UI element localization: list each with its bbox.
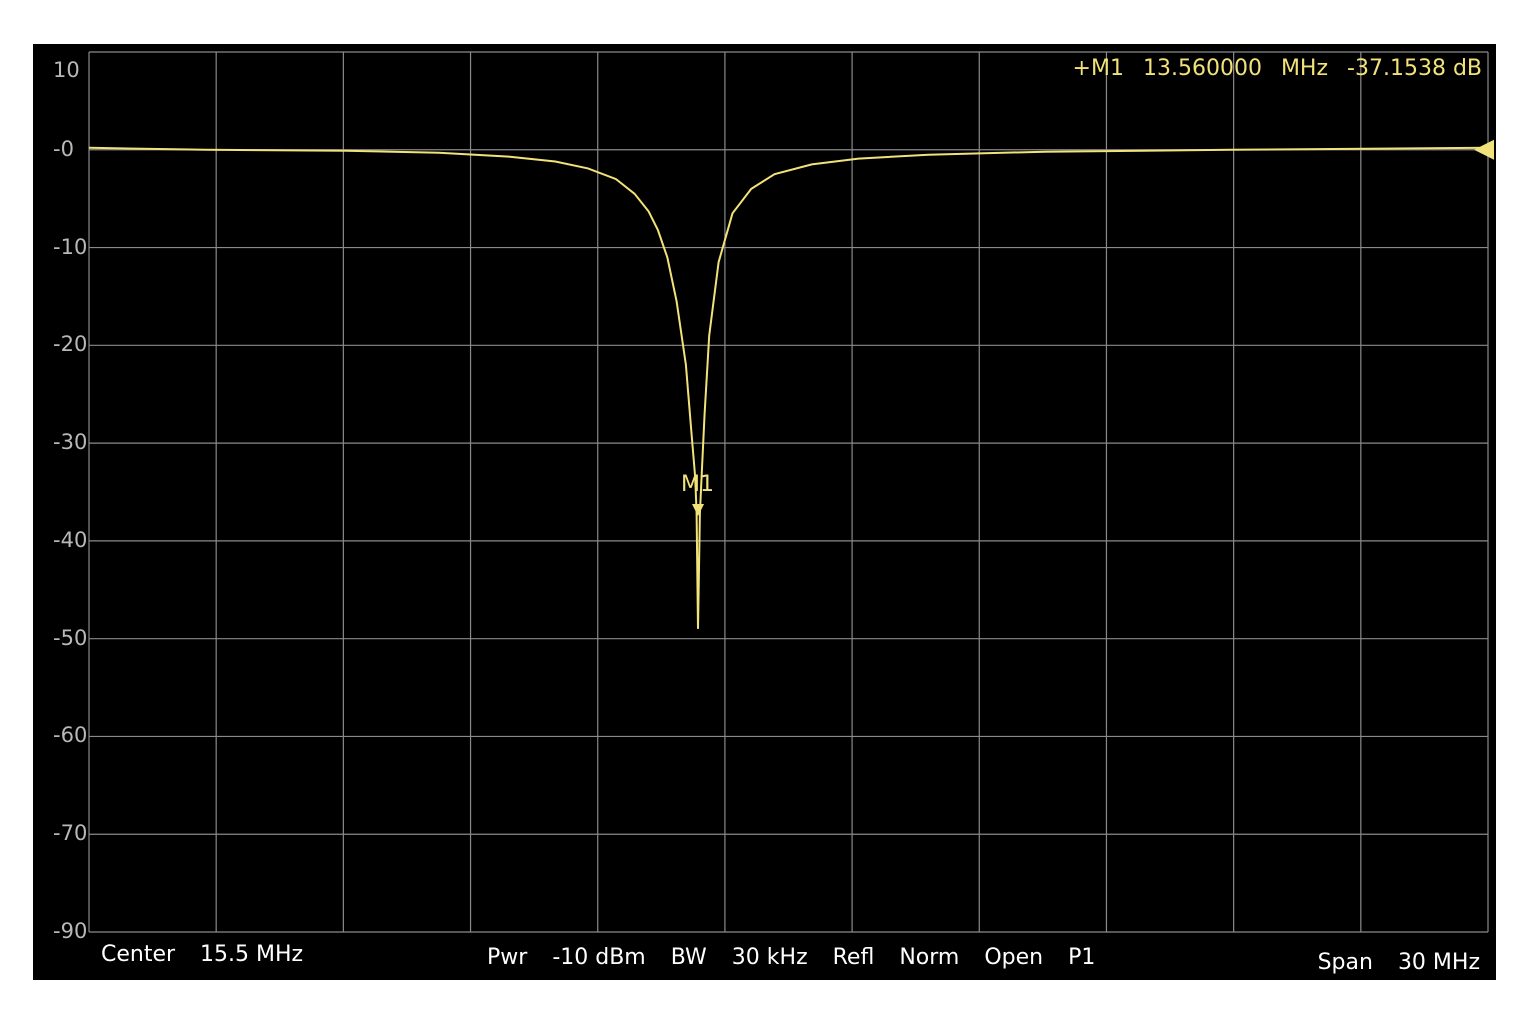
y-tick-label: -20: [53, 332, 88, 357]
measurement-settings: Pwr -10 dBm BW 30 kHz Refl Norm Open P1: [487, 947, 1113, 969]
grid: [88, 51, 1489, 933]
reference-level-arrow: [1474, 139, 1494, 160]
port-label: P1: [1068, 945, 1096, 970]
marker-readout-frequency: 13.560000: [1142, 56, 1262, 81]
marker-triangle[interactable]: [692, 504, 705, 517]
span-setting: Span 30 MHz: [1318, 952, 1480, 974]
y-tick-label: -30: [53, 430, 88, 455]
marker-label: M1: [681, 472, 715, 498]
center-label: Center: [101, 942, 176, 967]
y-tick-label: 10: [53, 58, 80, 82]
trace-line: [88, 146, 1489, 629]
span-label: Span: [1317, 950, 1373, 975]
marker-readout-name: +M1: [1072, 56, 1124, 81]
center-frequency: Center 15.5 MHz: [101, 944, 321, 966]
span-value: 30 MHz: [1397, 950, 1480, 975]
norm-label: Norm: [899, 945, 960, 970]
refl-label: Refl: [832, 945, 875, 970]
y-tick-label: -0: [53, 136, 74, 161]
pwr-value: -10 dBm: [552, 945, 646, 970]
plot-area: [88, 51, 1494, 933]
y-tick-label: -90: [53, 919, 88, 943]
marker-readout-level: -37.1538 dB: [1347, 56, 1482, 81]
y-tick-label: -50: [53, 625, 88, 650]
y-tick-label: -10: [53, 234, 88, 259]
analyzer-screen: 10 -0 -10 -20 -30 -40 -50 -60 -70 -90 M1 +M1 13.5…: [33, 44, 1496, 980]
pwr-label: Pwr: [487, 945, 528, 970]
open-label: Open: [984, 945, 1044, 970]
y-tick-label: -60: [53, 723, 88, 748]
bw-label: BW: [670, 945, 707, 970]
y-tick-label: -70: [53, 821, 88, 846]
bw-value: 30 kHz: [731, 945, 808, 970]
center-value: 15.5 MHz: [200, 942, 304, 967]
y-tick-label: -40: [53, 527, 88, 552]
marker-readout: +M1 13.560000 MHz -37.1538 dB: [1073, 58, 1482, 80]
marker-readout-unit: MHz: [1280, 56, 1329, 81]
